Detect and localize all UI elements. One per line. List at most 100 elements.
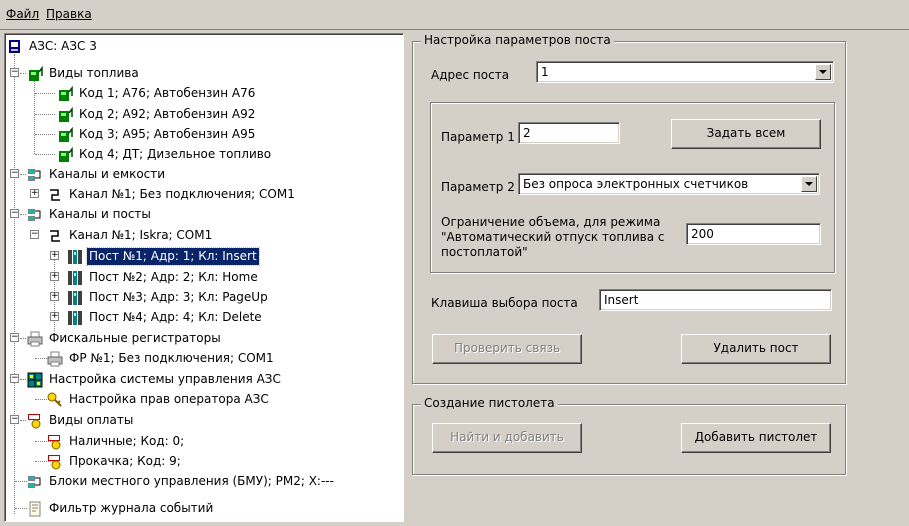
tree-item-channel-tank-1[interactable]: Канал №1; Без подключения; COM1 — [47, 185, 297, 204]
tree-item-fuel-3[interactable]: Код 3; А95; Автобензин А95 — [57, 125, 257, 144]
collapse-icon[interactable]: − — [10, 169, 19, 178]
cash-register-icon — [47, 434, 63, 450]
address-label: Адрес поста — [431, 68, 510, 82]
collapse-icon[interactable]: − — [10, 333, 19, 342]
tree-label: ФР №1; Без подключения; COM1 — [69, 351, 274, 365]
config-tree[interactable]: АЗС: АЗС 3 − Виды топлива Код 1; А76; Ав… — [4, 33, 404, 522]
collapse-icon[interactable]: − — [10, 374, 19, 383]
tree-item-channel-post-1[interactable]: Канал №1; Iskra; COM1 — [47, 226, 214, 245]
tree-label: Фильтр журнала событий — [49, 501, 214, 515]
chevron-down-icon[interactable] — [815, 64, 831, 80]
post-settings-group: Настройка параметров поста Адрес поста 1… — [412, 33, 846, 384]
tree-line — [20, 73, 26, 74]
menu-file[interactable]: Файл — [6, 7, 39, 21]
tree-line — [20, 379, 26, 380]
collapse-icon[interactable]: − — [10, 209, 19, 218]
tree-item-post-3[interactable]: Пост №3; Адр: 3; Кл: PageUp — [67, 288, 270, 307]
tree-label: АЗС: АЗС 3 — [29, 39, 97, 53]
limit-label-line: Ограничение объема, для режима — [441, 215, 661, 229]
collapse-icon[interactable]: − — [30, 230, 39, 239]
expand-icon[interactable]: + — [50, 312, 59, 321]
tree-item-fuel-1[interactable]: Код 1; А76; Автобензин А76 — [57, 84, 257, 103]
collapse-icon[interactable]: − — [10, 68, 19, 77]
tree-label: Пост №2; Адр: 2; Кл: Home — [89, 270, 258, 284]
tree-line — [20, 420, 26, 421]
tree-item-pay-pump[interactable]: Прокачка; Код: 9; — [47, 452, 183, 471]
dispenser-icon — [67, 249, 83, 265]
tree-line — [20, 174, 26, 175]
tree-item-post-2[interactable]: Пост №2; Адр: 2; Кл: Home — [67, 268, 260, 287]
expand-icon[interactable]: + — [50, 272, 59, 281]
tree-item-post-1[interactable]: Пост №1; Адр: 1; Кл: Insert — [67, 247, 260, 266]
param2-label: Параметр 2 — [441, 180, 515, 194]
printer-icon — [47, 351, 63, 367]
dispenser-icon — [67, 310, 83, 326]
menu-file-label: Файл — [6, 7, 40, 21]
param1-input[interactable]: 2 — [518, 122, 620, 144]
menu-separator — [0, 29, 909, 30]
tree-item-system[interactable]: Настройка системы управления АЗС — [27, 370, 283, 389]
tree-item-pay-cash[interactable]: Наличные; Код: 0; — [47, 432, 186, 451]
tree-item-fiscal-1[interactable]: ФР №1; Без подключения; COM1 — [47, 349, 276, 368]
tree-label: Каналы и посты — [49, 207, 151, 221]
delete-post-button[interactable]: Удалить пост — [681, 334, 831, 364]
limit-value: 200 — [691, 227, 714, 241]
limit-label-line: "Автоматический отпуск топлива с — [441, 230, 665, 244]
fuel-pump-icon — [57, 106, 73, 123]
dispenser-icon — [67, 270, 83, 286]
key-input[interactable]: Insert — [599, 289, 832, 311]
tree-label: Пост №3; Адр: 3; Кл: PageUp — [89, 290, 268, 304]
find-and-add-button[interactable]: Найти и добавить — [432, 423, 582, 453]
set-all-button[interactable]: Задать всем — [671, 119, 821, 149]
tree-item-channels-tanks[interactable]: Каналы и емкости — [27, 165, 167, 184]
check-connection-button[interactable]: Проверить связь — [432, 334, 582, 364]
tree-item-fuel-2[interactable]: Код 2; А92; Автобензин А92 — [57, 105, 257, 124]
param1-value: 2 — [523, 126, 531, 140]
limit-label: Ограничение объема, для режима "Автомати… — [441, 215, 664, 260]
tree-label: Виды оплаты — [49, 413, 134, 427]
tree-line — [35, 114, 55, 115]
tree-line — [15, 481, 27, 482]
group-title: Настройка параметров поста — [421, 33, 614, 47]
tree-item-channels-posts[interactable]: Каналы и посты — [27, 205, 153, 224]
tree-label: Код 2; А92; Автобензин А92 — [79, 107, 256, 121]
tree-label: Блоки местного управления (БМУ); PM2; X:… — [49, 474, 334, 488]
fuel-pump-icon — [57, 85, 73, 102]
tree-label: Настройка прав оператора АЗС — [69, 392, 269, 406]
tree-item-post-4[interactable]: Пост №4; Адр: 4; Кл: Delete — [67, 308, 264, 327]
expand-icon[interactable]: + — [30, 189, 39, 198]
tree-label: Фискальные регистраторы — [49, 331, 221, 345]
expand-icon[interactable]: + — [50, 251, 59, 260]
key-label: Клавиша выбора поста — [431, 296, 578, 310]
tree-label: Виды топлива — [49, 66, 139, 80]
connector-icon — [47, 228, 63, 244]
tree-item-fiscal[interactable]: Фискальные регистраторы — [27, 329, 223, 348]
address-combo[interactable]: 1 — [536, 61, 834, 83]
tree-item-log-filter[interactable]: Фильтр журнала событий — [27, 499, 215, 518]
tree-label: Код 3; А95; Автобензин А95 — [79, 127, 256, 141]
expand-icon[interactable]: + — [50, 292, 59, 301]
menu-edit[interactable]: Правка — [46, 7, 92, 21]
add-pistol-button[interactable]: Добавить пистолет — [681, 423, 831, 453]
tree-label: Код 1; А76; Автобензин А76 — [79, 86, 256, 100]
tree-item-payments[interactable]: Виды оплаты — [27, 411, 135, 430]
param2-combo[interactable]: Без опроса электронных счетчиков — [518, 173, 820, 195]
tree-label: Канал №1; Iskra; COM1 — [69, 228, 213, 242]
tree-line — [35, 93, 55, 94]
filter-icon — [27, 501, 43, 517]
tree-item-system-rights[interactable]: Настройка прав оператора АЗС — [47, 390, 271, 409]
tree-line — [35, 154, 55, 155]
tree-item-bmu[interactable]: Блоки местного управления (БМУ); PM2; X:… — [27, 472, 336, 491]
network-icon — [27, 474, 43, 490]
tree-item-fuel-types[interactable]: Виды топлива — [27, 64, 141, 83]
tree-label: Код 4; ДТ; Дизельное топливо — [79, 147, 272, 161]
tree-item-fuel-4[interactable]: Код 4; ДТ; Дизельное топливо — [57, 145, 273, 164]
cash-register-icon — [27, 413, 43, 429]
chevron-down-icon[interactable] — [801, 176, 817, 192]
collapse-icon[interactable]: − — [10, 415, 19, 424]
tree-item-root[interactable]: АЗС: АЗС 3 — [7, 37, 99, 56]
address-value: 1 — [541, 65, 549, 79]
limit-input[interactable]: 200 — [686, 223, 821, 245]
parameters-panel: Параметр 1 2 Задать всем Параметр 2 Без … — [430, 102, 835, 273]
network-icon — [27, 167, 43, 183]
